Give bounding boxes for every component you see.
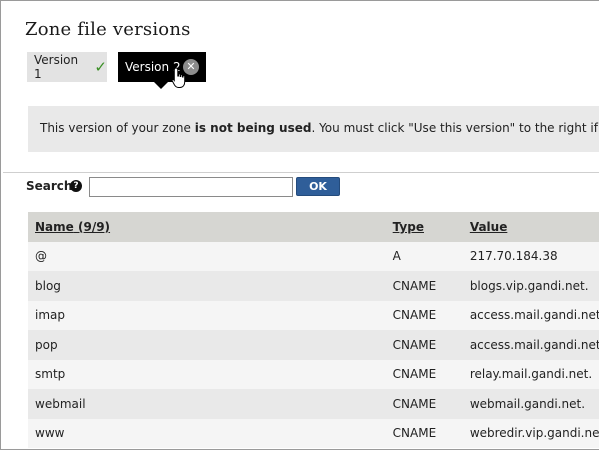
zone-versions-panel: Zone file versions Version 1 ✓ Version 2… <box>0 0 599 450</box>
record-name: imap <box>35 308 65 323</box>
checkmark-icon: ✓ <box>94 58 107 76</box>
record-value: webredir.vip.gandi.net. <box>469 426 599 441</box>
record-type: A <box>392 249 401 264</box>
search-label: Search <box>26 179 73 193</box>
search-input[interactable] <box>89 177 293 197</box>
version-notice: This version of your zone is not being u… <box>28 106 599 152</box>
table-row[interactable]: imap CNAME access.mail.gandi.net. <box>28 300 599 330</box>
help-icon[interactable]: ? <box>70 180 82 192</box>
hand-cursor-icon <box>171 67 186 88</box>
notice-text-end: . You must click "Use this version" to t… <box>311 121 599 135</box>
tab-active-pointer <box>154 82 168 89</box>
record-name: webmail <box>35 396 86 411</box>
column-header-name-label: Name <box>35 219 74 234</box>
table-row[interactable]: blog CNAME blogs.vip.gandi.net. <box>28 271 599 301</box>
record-value: relay.mail.gandi.net. <box>469 367 593 382</box>
dns-records-table: Name (9/9) Type Value @ A 217.70.184.38 … <box>28 212 599 448</box>
record-value: access.mail.gandi.net. <box>469 308 599 323</box>
record-value: 217.70.184.38 <box>469 249 558 264</box>
record-type: CNAME <box>392 337 437 352</box>
record-value: access.mail.gandi.net. <box>469 337 599 352</box>
table-row[interactable]: smtp CNAME relay.mail.gandi.net. <box>28 359 599 389</box>
record-type: CNAME <box>392 278 437 293</box>
notice-emphasis: is not being used <box>194 121 312 135</box>
record-type: CNAME <box>392 308 437 323</box>
tab-version-1-label: Version 1 <box>34 53 79 81</box>
record-value: webmail.gandi.net. <box>469 396 586 411</box>
divider <box>3 172 599 173</box>
record-name: blog <box>35 278 61 293</box>
record-type: CNAME <box>392 396 437 411</box>
record-name: smtp <box>35 367 66 382</box>
column-header-type[interactable]: Type <box>386 212 463 242</box>
search-ok-button[interactable]: OK <box>296 177 340 196</box>
record-value: blogs.vip.gandi.net. <box>469 278 589 293</box>
page-title: Zone file versions <box>25 19 191 40</box>
table-row[interactable]: webmail CNAME webmail.gandi.net. <box>28 389 599 419</box>
record-type: CNAME <box>392 367 437 382</box>
table-row[interactable]: www CNAME webredir.vip.gandi.net. <box>28 418 599 448</box>
record-type: CNAME <box>392 426 437 441</box>
table-header-row: Name (9/9) Type Value <box>28 212 599 242</box>
column-header-name[interactable]: Name (9/9) <box>28 212 386 242</box>
table-row[interactable]: pop CNAME access.mail.gandi.net. <box>28 330 599 360</box>
record-name: www <box>35 426 65 441</box>
record-name: @ <box>35 249 47 264</box>
notice-text-start: This version of your zone <box>40 121 195 135</box>
record-name: pop <box>35 337 58 352</box>
column-header-value[interactable]: Value <box>463 212 599 242</box>
record-count: (9/9) <box>77 219 111 234</box>
tab-version-1[interactable]: Version 1 ✓ <box>27 52 107 82</box>
table-row[interactable]: @ A 217.70.184.38 <box>28 241 599 271</box>
